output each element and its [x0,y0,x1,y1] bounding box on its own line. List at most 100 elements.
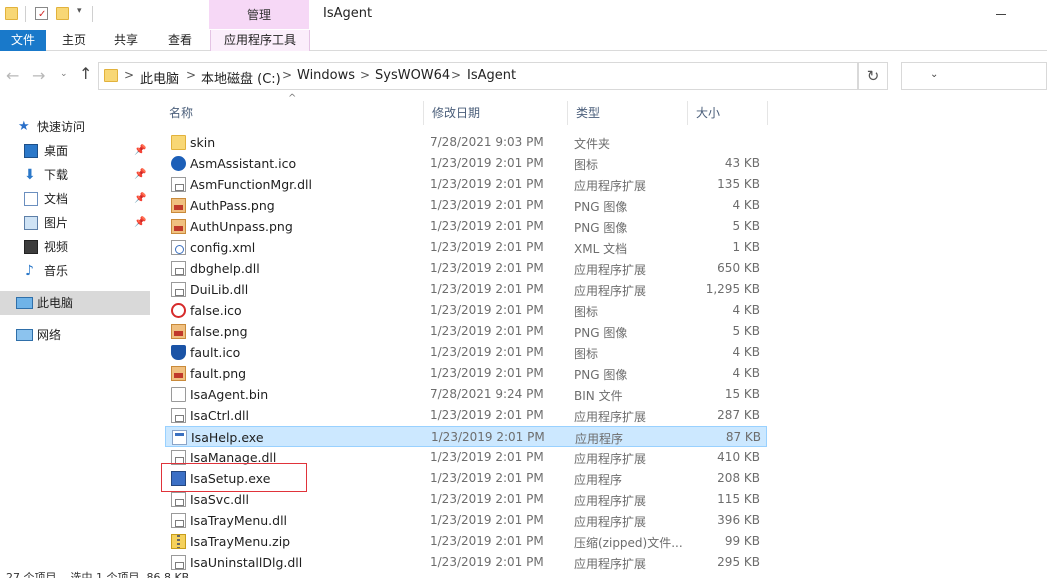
file-row[interactable]: IsaTrayMenu.dll 1/23/2019 2:01 PM 应用程序扩展 39… [165,510,767,531]
sidebar-item-label: 视频 [44,240,69,254]
file-type: 应用程序扩展 [574,263,647,277]
recent-locations-chevron-icon[interactable]: ⌄ [60,69,68,79]
sidebar-item-music[interactable]: ♪ 音乐 [0,259,150,283]
file-row[interactable]: false.png 1/23/2019 2:01 PM PNG 图像 5 KB [165,321,767,342]
file-size: 4 KB [732,198,760,212]
breadcrumb-this-pc[interactable]: 此电脑 [140,68,179,87]
dll-icon [171,282,186,297]
breadcrumb-windows[interactable]: Windows [297,68,355,83]
tab-share[interactable]: 共享 [108,30,144,51]
tab-view[interactable]: 查看 [162,30,198,51]
file-name: IsaTrayMenu.zip [190,534,291,549]
file-size: 4 KB [732,303,760,317]
file-row[interactable]: AuthPass.png 1/23/2019 2:01 PM PNG 图像 4 KB [165,195,767,216]
file-row[interactable]: AsmAssistant.ico 1/23/2019 2:01 PM 图标 43 KB [165,153,767,174]
videos-icon [24,240,38,254]
file-size: 295 KB [717,555,760,569]
properties-icon[interactable]: ✓ [35,7,48,20]
file-row[interactable]: IsaHelp.exe 1/23/2019 2:01 PM 应用程序 87 KB [165,426,767,447]
file-date: 1/23/2019 2:01 PM [430,156,544,170]
breadcrumb-separator[interactable]: > [282,68,292,82]
file-row[interactable]: AuthUnpass.png 1/23/2019 2:01 PM PNG 图像 5 K… [165,216,767,237]
breadcrumb-local-disk[interactable]: 本地磁盘 (C:) [201,68,281,87]
file-date: 7/28/2021 9:24 PM [430,387,544,401]
folder-icon [171,135,186,150]
file-size: 1 KB [732,240,760,254]
search-input[interactable] [901,62,1047,90]
sidebar-item-network[interactable]: 网络 [0,323,150,347]
file-size: 4 KB [732,345,760,359]
file-name: config.xml [190,240,256,255]
file-row[interactable]: IsaCtrl.dll 1/23/2019 2:01 PM 应用程序扩展 287 KB [165,405,767,426]
file-name: false.ico [190,303,242,318]
file-name: IsaAgent.bin [190,387,269,402]
status-text: 27 个项目 选中 1 个项目 86.8 KB [6,571,190,578]
sidebar-item-documents[interactable]: 文档 📌 [0,187,150,211]
back-arrow-icon[interactable]: ← [6,66,19,85]
file-date: 1/23/2019 2:01 PM [430,303,544,317]
pin-icon[interactable]: 📌 [134,139,146,163]
file-row[interactable]: skin 7/28/2021 9:03 PM 文件夹 [165,132,767,153]
manage-context-tab[interactable]: 管理 [209,0,309,29]
sidebar-item-desktop[interactable]: 桌面 📌 [0,139,150,163]
file-row[interactable]: fault.ico 1/23/2019 2:01 PM 图标 4 KB [165,342,767,363]
tab-file[interactable]: 文件 [0,30,46,51]
file-name: dbghelp.dll [190,261,260,276]
divider [25,6,26,22]
navigation-pane: ★ 快速访问 桌面 📌 ⬇ 下载 📌 文档 📌 图片 📌 视频 ♪ 音乐 此电脑… [0,101,150,578]
breadcrumb-isagent[interactable]: IsAgent [467,68,516,83]
file-row[interactable]: IsaSvc.dll 1/23/2019 2:01 PM 应用程序扩展 115 KB [165,489,767,510]
column-header-size[interactable]: 大小 [688,101,768,125]
breadcrumb-separator[interactable]: > [186,68,196,82]
column-header-date[interactable]: 修改日期 [424,101,568,125]
file-date: 1/23/2019 2:01 PM [430,177,544,191]
file-size: 410 KB [717,450,760,464]
file-size: 1,295 KB [705,282,760,296]
breadcrumb-syswow64[interactable]: SysWOW64 [375,68,450,83]
file-row[interactable]: AsmFunctionMgr.dll 1/23/2019 2:01 PM 应用程序扩… [165,174,767,195]
tab-home[interactable]: 主页 [56,30,92,51]
file-row[interactable]: false.ico 1/23/2019 2:01 PM 图标 4 KB [165,300,767,321]
column-header-name[interactable]: 名称 [161,101,424,125]
breadcrumb-separator[interactable]: > [124,68,134,82]
documents-icon [24,192,38,206]
pin-icon[interactable]: 📌 [134,163,146,187]
title-bar: ✓ ▾ 管理 IsAgent [0,0,1047,30]
xml-icon [171,240,186,255]
breadcrumb-separator[interactable]: > [451,68,461,82]
this-pc-icon [16,297,33,309]
dll-icon [171,177,186,192]
file-row[interactable]: DuiLib.dll 1/23/2019 2:01 PM 应用程序扩展 1,295 K… [165,279,767,300]
download-icon: ⬇ [24,167,36,183]
tab-application-tools[interactable]: 应用程序工具 [210,30,310,51]
address-bar[interactable]: > 此电脑 > 本地磁盘 (C:) > Windows > SysWOW64 >… [98,62,938,90]
up-arrow-icon[interactable]: ↑ [79,64,92,83]
star-icon: ★ [18,119,30,134]
file-row[interactable]: config.xml 1/23/2019 2:01 PM XML 文档 1 KB [165,237,767,258]
sidebar-item-quick-access[interactable]: ★ 快速访问 [0,115,150,139]
new-folder-icon[interactable] [56,7,69,20]
breadcrumb-separator[interactable]: > [360,68,370,82]
pin-icon[interactable]: 📌 [134,187,146,211]
forward-arrow-icon[interactable]: → [32,66,45,85]
sidebar-item-pictures[interactable]: 图片 📌 [0,211,150,235]
file-date: 1/23/2019 2:01 PM [430,450,544,464]
file-type: 应用程序扩展 [574,515,647,529]
file-row[interactable]: IsaTrayMenu.zip 1/23/2019 2:01 PM 压缩(zippe… [165,531,767,552]
refresh-button[interactable]: ↻ [858,62,888,90]
sidebar-item-this-pc[interactable]: 此电脑 [0,291,150,315]
sidebar-item-videos[interactable]: 视频 [0,235,150,259]
file-row[interactable]: dbghelp.dll 1/23/2019 2:01 PM 应用程序扩展 650 KB [165,258,767,279]
file-row[interactable]: fault.png 1/23/2019 2:01 PM PNG 图像 4 KB [165,363,767,384]
file-name: IsaTrayMenu.dll [190,513,288,528]
pin-icon[interactable]: 📌 [134,211,146,235]
file-row[interactable]: IsaAgent.bin 7/28/2021 9:24 PM BIN 文件 15 KB [165,384,767,405]
minimize-button[interactable] [996,14,1006,15]
file-date: 1/23/2019 2:01 PM [430,219,544,233]
dll-icon [171,408,186,423]
column-header-type[interactable]: 类型 [568,101,688,125]
sidebar-item-label: 下载 [44,168,69,182]
sidebar-item-downloads[interactable]: ⬇ 下载 📌 [0,163,150,187]
customize-quick-access-icon[interactable]: ▾ [77,6,82,16]
folder-icon[interactable] [5,7,18,20]
